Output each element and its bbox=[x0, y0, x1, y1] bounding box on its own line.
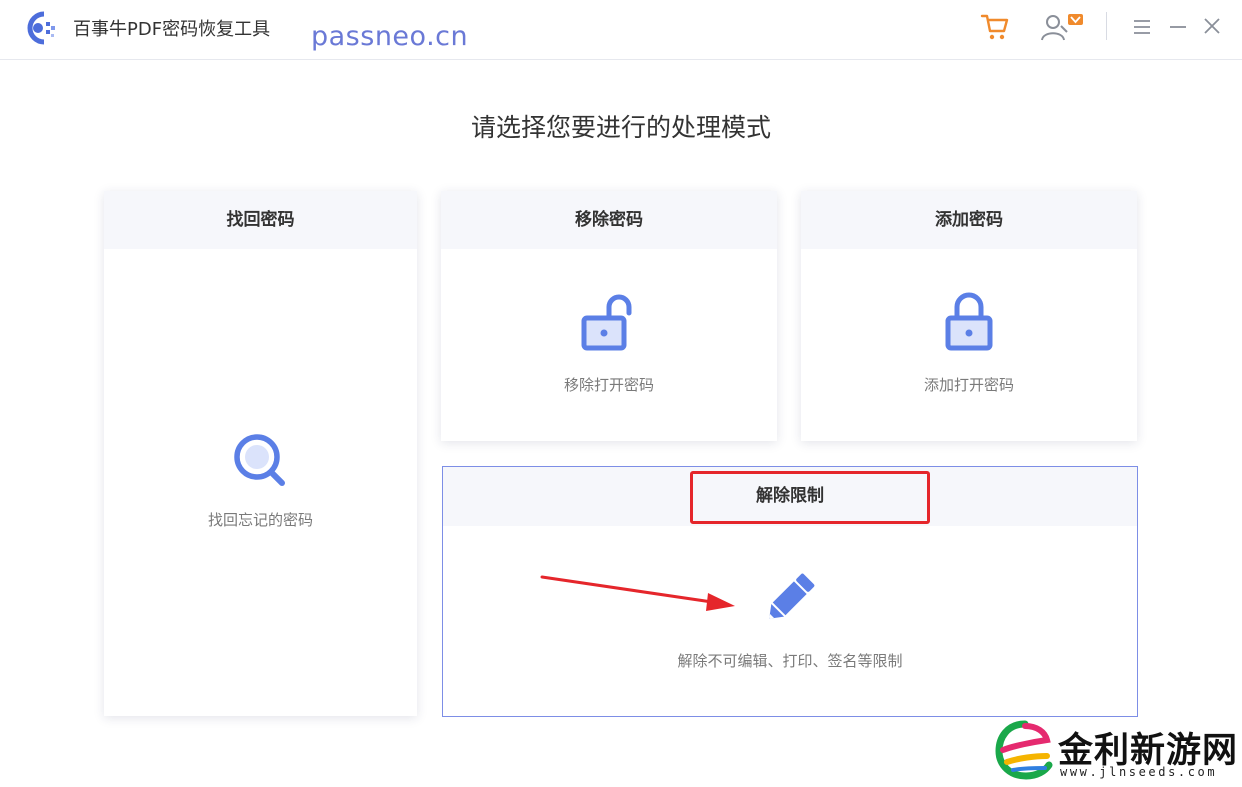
page-title: 请选择您要进行的处理模式 bbox=[470, 113, 771, 142]
card-title: 移除密码 bbox=[441, 191, 777, 249]
recover-password-card[interactable]: 找回密码 找回忘记的密码 bbox=[104, 191, 417, 716]
card-title: 找回密码 bbox=[104, 191, 417, 249]
menu-icon[interactable] bbox=[1131, 16, 1153, 38]
title-bar: 百事牛PDF密码恢复工具 passneo.cn bbox=[0, 0, 1242, 60]
cart-icon[interactable] bbox=[980, 12, 1010, 42]
card-description: 解除不可编辑、打印、签名等限制 bbox=[677, 652, 903, 670]
card-description: 找回忘记的密码 bbox=[207, 511, 313, 529]
app-logo-icon bbox=[27, 11, 55, 45]
add-password-card[interactable]: 添加密码 添加打开密码 bbox=[801, 191, 1137, 441]
minimize-icon[interactable] bbox=[1168, 16, 1188, 38]
highlight-annotation bbox=[690, 471, 930, 524]
watermark-url: passneo.cn bbox=[311, 21, 469, 52]
site-logo-icon bbox=[995, 720, 1053, 780]
close-icon[interactable] bbox=[1201, 15, 1223, 37]
unlock-icon bbox=[581, 294, 632, 351]
app-title: 百事牛PDF密码恢复工具 bbox=[73, 19, 271, 40]
card-title: 添加密码 bbox=[801, 191, 1137, 249]
user-vip-icon[interactable] bbox=[1040, 12, 1084, 42]
search-icon bbox=[234, 434, 285, 486]
titlebar-divider bbox=[1106, 12, 1107, 40]
site-url: www.jlnseeds.com bbox=[1060, 765, 1218, 779]
pencil-icon bbox=[769, 573, 815, 619]
card-description: 移除打开密码 bbox=[563, 376, 654, 394]
lock-icon bbox=[945, 292, 993, 351]
remove-password-card[interactable]: 移除密码 移除打开密码 bbox=[441, 191, 777, 441]
card-description: 添加打开密码 bbox=[923, 376, 1014, 394]
arrow-annotation-icon bbox=[540, 575, 735, 611]
